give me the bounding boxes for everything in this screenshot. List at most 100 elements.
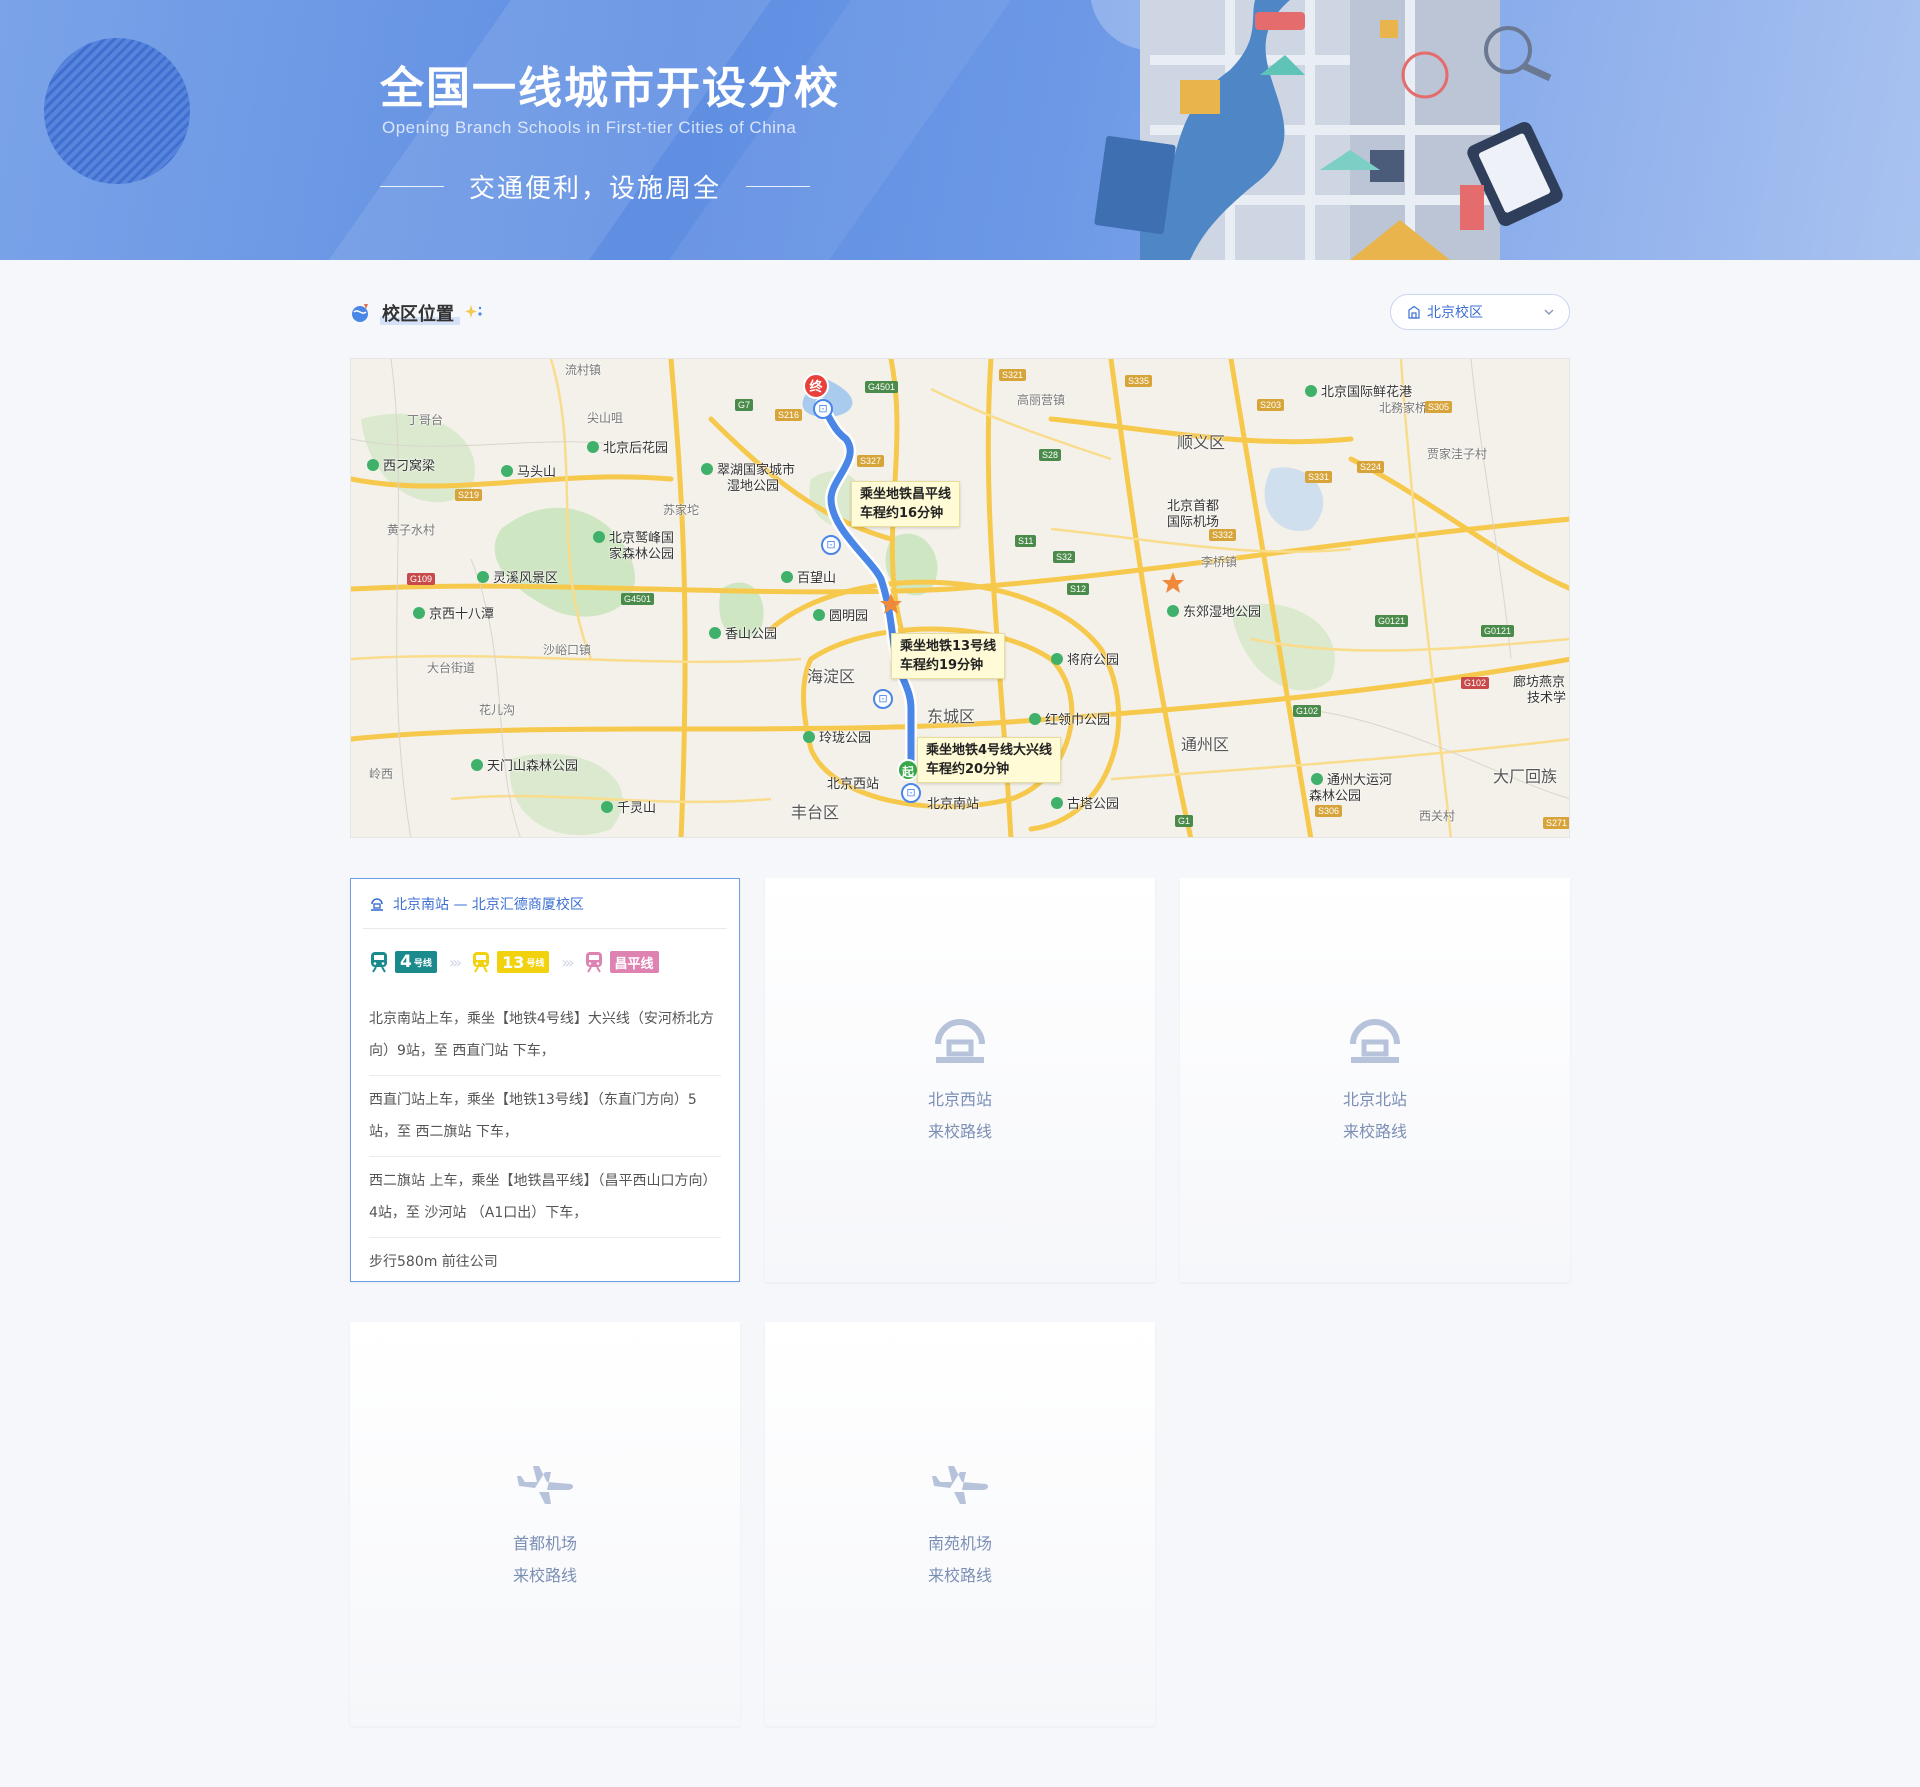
subway-train-icon (585, 952, 602, 973)
location-globe-icon (352, 304, 368, 322)
map-label-poi: 北京西站 (827, 777, 880, 792)
slogan-divider (380, 185, 444, 187)
map-label-town: 贾家洼子村 (1427, 447, 1488, 461)
route-card-beijing-north[interactable]: 北京北站 来校路线 (1180, 878, 1570, 1282)
banner-title: 全国一线城市开设分校 (380, 63, 840, 114)
route-card-capital-airport[interactable]: 首都机场 来校路线 (350, 1322, 740, 1726)
line-text: 昌平线 (614, 956, 654, 972)
subway-train-icon (371, 952, 387, 973)
subway-station-marker[interactable]: ⊡ (901, 783, 921, 803)
route-steps: 北京南站上车，乘坐【地铁4号线】大兴线（安河桥北方向）9站，至 西直门站 下车，… (369, 995, 721, 1286)
route-card-title: 北京南站 — 北京汇德商厦校区 (393, 896, 584, 913)
highway-shield: S271 (1543, 817, 1569, 829)
highway-shield: G102 (1461, 677, 1490, 689)
chevron-down-icon (1544, 309, 1554, 315)
route-step: 西直门站上车，乘坐【地铁13号线】（东直门方向）5站，至 西二旗站 下车， (369, 1076, 721, 1157)
map-label-town: 岭西 (369, 767, 394, 781)
route-card-subtitle: 来校路线 (927, 1566, 992, 1585)
highway-shield: S219 (455, 489, 483, 501)
highway-shield: S331 (1305, 471, 1333, 483)
map-label-town: 苏家坨 (663, 503, 700, 517)
subway-station-marker[interactable]: ⊡ (821, 535, 841, 555)
map-label-poi: 家森林公园 (609, 547, 675, 562)
route-card-beijing-south[interactable]: 北京南站 — 北京汇德商厦校区 4 号线 ››› 13 号线 ››› 昌平线 北… (350, 878, 740, 1282)
line-text: 号线 (413, 958, 432, 969)
map-label-district: 大厂回族 (1493, 767, 1558, 786)
route-start-marker[interactable]: 起 (897, 759, 919, 781)
changping-line-badge: 昌平线 (609, 951, 659, 973)
line-text: 号线 (526, 958, 545, 969)
building-icon (1408, 305, 1420, 319)
map-label-poi: 北京南站 (927, 797, 980, 812)
map-label-poi: 森林公园 (1309, 789, 1362, 804)
map-label-district: 海淀区 (807, 667, 856, 686)
map-label-poi: 东郊湿地公园 (1167, 601, 1261, 620)
route-card-placeholder: 首都机场 来校路线 (350, 1452, 740, 1592)
campus-dropdown[interactable]: 北京校区 (1390, 294, 1570, 330)
highway-shield: S306 (1315, 805, 1343, 817)
highway-shield: S332 (1209, 529, 1237, 541)
airplane-icon (517, 1466, 574, 1504)
route-step: 北京南站上车，乘坐【地铁4号线】大兴线（安河桥北方向）9站，至 西直门站 下车， (369, 995, 721, 1076)
line-number: 13 (502, 952, 525, 972)
subway-station-marker[interactable]: ⊡ (873, 689, 893, 709)
highway-shield: S12 (1067, 583, 1090, 595)
sparkle-icon (465, 305, 482, 318)
subway-lines-row: 4 号线 ››› 13 号线 ››› 昌平线 (369, 929, 721, 995)
campus-location-header: 校区位置 北京校区 (350, 294, 1570, 332)
map-label-poi: 玲珑公园 (803, 727, 871, 746)
route-card-name: 北京北站 (1342, 1090, 1407, 1109)
highway-shield: S216 (775, 409, 803, 421)
map-label-town: 花儿沟 (479, 703, 516, 717)
highway-shield: S32 (1053, 551, 1076, 563)
tooltip-duration: 车程约19分钟 (900, 658, 984, 673)
banner-slogan-row: 交通便利，设施周全 (380, 168, 810, 204)
map-label-town: 沙峪口镇 (543, 643, 592, 657)
route-card-name: 首都机场 (512, 1534, 577, 1553)
route-segment-tooltip: 乘坐地铁昌平线 车程约16分钟 (851, 481, 961, 527)
route-card-beijing-west[interactable]: 北京西站 来校路线 (765, 878, 1155, 1282)
map-label-town: 黄子水村 (387, 523, 436, 537)
highway-shield: S28 (1039, 449, 1062, 461)
route-segment-tooltip: 乘坐地铁4号线大兴线 车程约20分钟 (917, 737, 1062, 783)
map-label-poi: 红领巾公园 (1029, 709, 1110, 728)
highway-shield: G4501 (621, 593, 655, 605)
route-card-header: 北京南站 — 北京汇德商厦校区 (363, 879, 727, 929)
tooltip-duration: 车程约20分钟 (926, 762, 1010, 777)
chevron-right-icon: ››› (561, 952, 574, 972)
chevron-right-icon: ››› (448, 952, 462, 972)
tooltip-line: 乘坐地铁13号线 (900, 639, 997, 654)
campus-route-map[interactable]: 顺义区 海淀区 东城区 通州区 丰台区 大厂回族 北京首都 国际机场 北京国际鲜… (350, 358, 1570, 838)
map-label-district: 通州区 (1181, 735, 1230, 754)
highway-shield: S335 (1125, 375, 1153, 387)
map-label-poi: 京西十八潭 (413, 603, 494, 622)
highway-shield: G0121 (1481, 625, 1515, 637)
route-card-name: 南苑机场 (927, 1534, 992, 1553)
route-end-marker[interactable]: 终 (803, 373, 829, 399)
section-title-group: 校区位置 (350, 294, 484, 332)
airplane-icon (932, 1466, 989, 1504)
route-card-placeholder: 北京北站 来校路线 (1180, 1008, 1570, 1148)
subway-station-marker[interactable]: ⊡ (813, 399, 833, 419)
route-step: 西二旗站 上车，乘坐【地铁昌平线】（昌平西山口方向）4站，至 沙河站 （A1口出… (369, 1157, 721, 1238)
map-label-poi: 千灵山 (601, 797, 656, 816)
map-label-town: 流村镇 (565, 363, 602, 377)
route-card-nanyuan-airport[interactable]: 南苑机场 来校路线 (765, 1322, 1155, 1726)
map-label-town: 李桥镇 (1201, 555, 1238, 569)
map-label-district: 东城区 (927, 707, 976, 726)
map-label-place: 国际机场 (1167, 515, 1220, 530)
highway-shield: S305 (1425, 401, 1453, 413)
map-label-town: 高丽营镇 (1017, 393, 1066, 407)
map-label-town: 丁哥台 (407, 413, 444, 427)
route-segment-tooltip: 乘坐地铁13号线 车程约19分钟 (891, 633, 1006, 679)
map-label-poi: 圆明园 (813, 605, 868, 624)
route-card-subtitle: 来校路线 (512, 1566, 577, 1585)
route-card-subtitle: 来校路线 (1342, 1122, 1407, 1141)
campus-dropdown-value: 北京校区 (1427, 305, 1483, 321)
map-label-town: 尖山咀 (587, 411, 624, 425)
tooltip-duration: 车程约16分钟 (860, 506, 944, 521)
banner-slogan: 交通便利，设施周全 (468, 173, 721, 204)
route-card-subtitle: 来校路线 (927, 1122, 992, 1141)
highway-shield: G109 (407, 573, 436, 585)
map-label-poi: 灵溪风景区 (477, 567, 558, 586)
